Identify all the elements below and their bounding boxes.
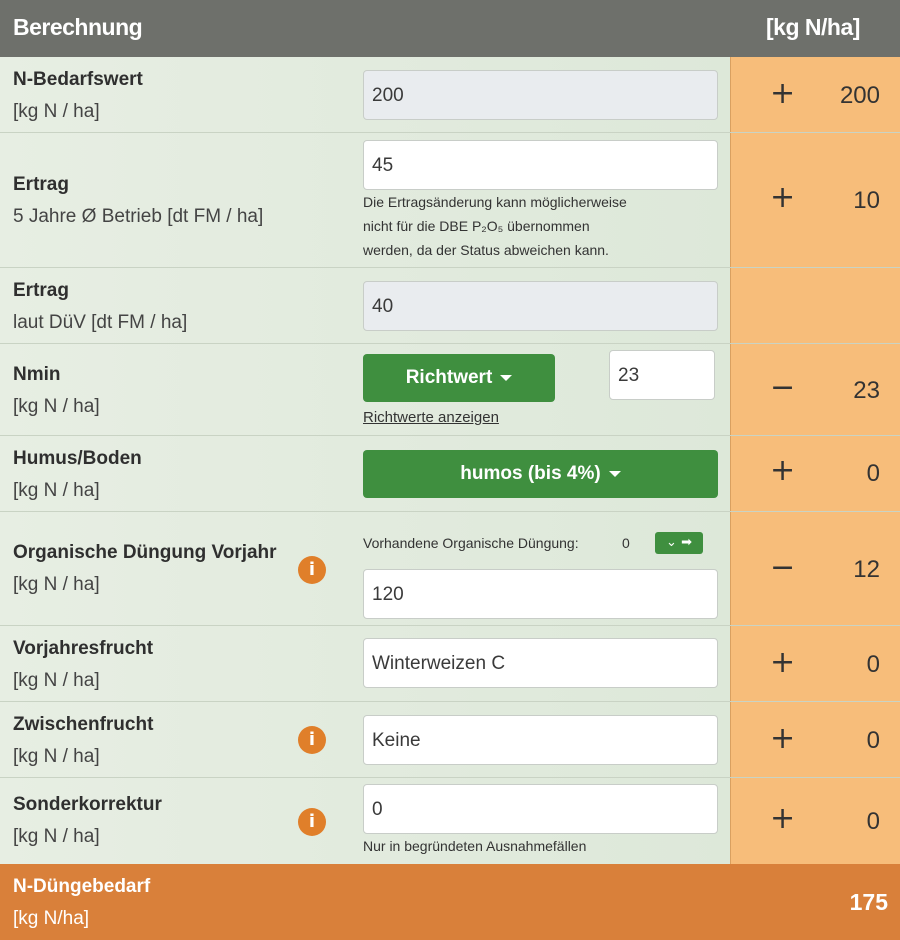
- caret-down-icon: [500, 374, 513, 381]
- row-value: 10: [853, 187, 880, 214]
- total-label: N-Düngebedarf: [13, 876, 151, 897]
- row-vorjahresfrucht: Vorjahresfrucht [kg N / ha] Winterweizen…: [0, 626, 900, 702]
- row-value: 0: [866, 808, 880, 835]
- chevron-down-icon: ⌄: [666, 535, 677, 550]
- row-ertrag-betrieb: Ertrag 5 Jahre Ø Betrieb [dt FM / ha] 45…: [0, 133, 900, 268]
- sonderkorrektur-input[interactable]: 0: [363, 784, 718, 834]
- richtwerte-anzeigen-link[interactable]: Richtwerte anzeigen: [363, 409, 499, 426]
- row-organische-duengung: Organische Düngung Vorjahr [kg N / ha] i…: [0, 512, 900, 626]
- row-sonderkorrektur: Sonderkorrektur [kg N / ha] i 0 Nur in b…: [0, 778, 900, 864]
- row-label: Sonderkorrektur: [13, 794, 162, 815]
- row-value: 0: [866, 727, 880, 754]
- ertrag-betrieb-input[interactable]: 45: [363, 140, 718, 190]
- nmin-input[interactable]: 23: [609, 350, 715, 400]
- row-sublabel: [kg N / ha]: [13, 746, 100, 767]
- row-value: 23: [853, 377, 880, 404]
- row-sublabel: [kg N / ha]: [13, 826, 100, 847]
- row-nmin: Nmin [kg N / ha] Richtwert 23 Richtwerte…: [0, 344, 900, 436]
- row-n-bedarfswert: N-Bedarfswert [kg N / ha] 200 + 200: [0, 57, 900, 133]
- organische-duengung-input[interactable]: 120: [363, 569, 718, 619]
- total-footer: N-Düngebedarf [kg N/ha] 175: [0, 864, 900, 940]
- richtwert-dropdown-button[interactable]: Richtwert: [363, 354, 555, 402]
- plus-icon: +: [770, 76, 796, 111]
- row-sublabel: [kg N / ha]: [13, 396, 100, 417]
- humus-select-label: humos (bis 4%): [460, 463, 601, 484]
- plus-icon: +: [770, 645, 796, 680]
- zwischenfrucht-select[interactable]: Keine: [363, 715, 718, 765]
- row-sublabel: [kg N / ha]: [13, 101, 100, 122]
- row-sublabel: laut DüV [dt FM / ha]: [13, 312, 188, 333]
- plus-icon: +: [770, 801, 796, 836]
- row-value: 200: [839, 82, 880, 109]
- header-title: Berechnung: [13, 14, 143, 40]
- ertrag-note-line-2: nicht für die DBE P₂O₅ übernommen: [363, 218, 590, 234]
- row-ertrag-duev: Ertrag laut DüV [dt FM / ha] 40: [0, 268, 900, 344]
- row-label: Ertrag: [13, 280, 69, 301]
- minus-icon: −: [770, 370, 796, 405]
- header-unit: [kg N/ha]: [766, 14, 860, 40]
- total-value: 175: [849, 889, 888, 915]
- info-icon[interactable]: i: [298, 726, 326, 754]
- caret-down-icon: [608, 470, 621, 477]
- plus-icon: +: [770, 453, 796, 488]
- n-bedarfswert-field: 200: [363, 70, 718, 120]
- humus-select-button[interactable]: humos (bis 4%): [363, 450, 718, 498]
- sonderkorrektur-note: Nur in begründeten Ausnahmefällen: [363, 838, 587, 854]
- row-value: 0: [866, 460, 880, 487]
- plus-icon: +: [770, 721, 796, 756]
- row-sublabel: [kg N / ha]: [13, 480, 100, 501]
- info-icon[interactable]: i: [298, 556, 326, 584]
- row-sublabel: 5 Jahre Ø Betrieb [dt FM / ha]: [13, 206, 264, 227]
- richtwert-button-label: Richtwert: [405, 367, 493, 388]
- row-value: 0: [866, 651, 880, 678]
- uebernehmen-button[interactable]: ⌄ ➡: [655, 532, 703, 554]
- info-icon[interactable]: i: [298, 808, 326, 836]
- arrow-right-icon: ➡: [681, 535, 692, 550]
- row-label: Vorjahresfrucht: [13, 638, 154, 659]
- vorhandene-duengung-value: 0: [622, 535, 630, 551]
- row-sublabel: [kg N / ha]: [13, 670, 100, 691]
- row-label: Humus/Boden: [13, 448, 142, 469]
- minus-icon: −: [770, 550, 796, 585]
- row-label: Zwischenfrucht: [13, 714, 154, 735]
- row-label: N-Bedarfswert: [13, 69, 143, 90]
- row-value: 12: [853, 556, 880, 583]
- ertrag-note-line-1: Die Ertragsänderung kann möglicherweise: [363, 194, 627, 210]
- row-label: Ertrag: [13, 174, 69, 195]
- vorjahresfrucht-select[interactable]: Winterweizen C: [363, 638, 718, 688]
- plus-icon: +: [770, 180, 796, 215]
- total-unit: [kg N/ha]: [13, 908, 90, 929]
- row-label: Organische Düngung Vorjahr: [13, 542, 277, 563]
- ertrag-note-line-3: werden, da der Status abweichen kann.: [363, 242, 609, 258]
- row-label: Nmin: [13, 364, 61, 385]
- vorhandene-duengung-label: Vorhandene Organische Düngung:: [363, 535, 579, 551]
- row-sublabel: [kg N / ha]: [13, 574, 100, 595]
- row-humus-boden: Humus/Boden [kg N / ha] humos (bis 4%) +…: [0, 436, 900, 512]
- row-zwischenfrucht: Zwischenfrucht [kg N / ha] i Keine + 0: [0, 702, 900, 778]
- table-header: Berechnung [kg N/ha]: [0, 0, 900, 57]
- ertrag-duev-field: 40: [363, 281, 718, 331]
